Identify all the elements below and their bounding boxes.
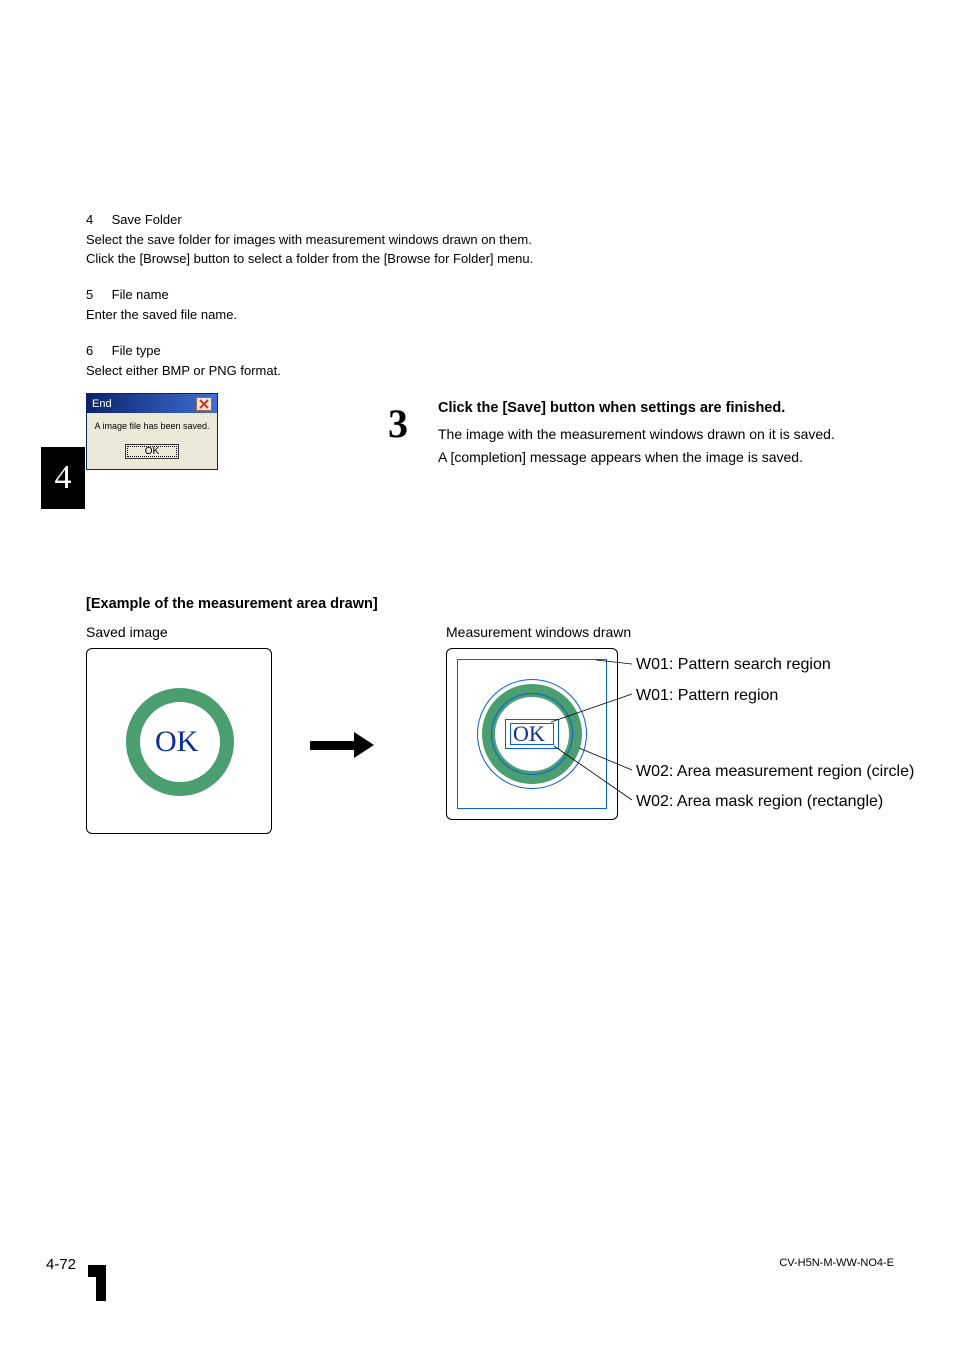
chapter-tab: 4 bbox=[41, 447, 85, 509]
section-line: Click the [Browse] button to select a fo… bbox=[86, 250, 876, 269]
ok-button[interactable]: OK bbox=[125, 444, 179, 459]
example-title: [Example of the measurement area drawn] bbox=[86, 596, 876, 612]
chapter-number: 4 bbox=[55, 459, 72, 497]
dialog-message: A image file has been saved. bbox=[91, 421, 213, 431]
page-number: 4-72 bbox=[46, 1256, 76, 1273]
saved-image-label: Saved image bbox=[86, 624, 446, 640]
close-icon[interactable] bbox=[196, 397, 212, 411]
measurement-figure: OK W01: Pattern search region W01: Patte… bbox=[446, 648, 876, 820]
annotation-area-mask: W02: Area mask region (rectangle) bbox=[636, 793, 883, 811]
ok-text: OK bbox=[155, 725, 198, 759]
section-save-folder: 4 Save Folder Select the save folder for… bbox=[86, 212, 876, 269]
dialog-titlebar[interactable]: End bbox=[87, 394, 217, 413]
completion-dialog: End A image file has been saved. OK bbox=[86, 393, 218, 470]
saved-image-figure: OK bbox=[86, 648, 272, 834]
section-number: 6 bbox=[86, 343, 108, 358]
section-title: Save Folder bbox=[112, 212, 182, 227]
footer-mark-icon bbox=[96, 1265, 106, 1301]
section-title: File type bbox=[112, 343, 161, 358]
section-number: 5 bbox=[86, 287, 108, 302]
step-line: A [completion] message appears when the … bbox=[438, 447, 874, 468]
ok-text: OK bbox=[513, 721, 545, 747]
body-content: 4 Save Folder Select the save folder for… bbox=[86, 212, 876, 394]
section-file-type: 6 File type Select either BMP or PNG for… bbox=[86, 343, 876, 381]
step-text: Click the [Save] button when settings ar… bbox=[438, 400, 874, 468]
annotation-area-measurement: W02: Area measurement region (circle) bbox=[636, 763, 914, 781]
arrow-icon bbox=[310, 730, 390, 760]
example-section: [Example of the measurement area drawn] … bbox=[86, 596, 876, 834]
step-heading: Click the [Save] button when settings ar… bbox=[438, 400, 874, 416]
arrow-head bbox=[354, 732, 374, 758]
section-body: Select either BMP or PNG format. bbox=[86, 362, 876, 381]
section-heading: 4 Save Folder bbox=[86, 212, 876, 227]
section-line: Select either BMP or PNG format. bbox=[86, 362, 876, 381]
example-row: Saved image OK Measurement windows drawn bbox=[86, 624, 876, 834]
doc-code: CV-H5N-M-WW-NO4-E bbox=[779, 1257, 894, 1269]
step-3: 3 Click the [Save] button when settings … bbox=[388, 400, 874, 470]
section-body: Enter the saved file name. bbox=[86, 306, 876, 325]
step-line: The image with the measurement windows d… bbox=[438, 424, 874, 445]
section-line: Enter the saved file name. bbox=[86, 306, 876, 325]
page: 4 Save Folder Select the save folder for… bbox=[0, 0, 954, 1351]
section-heading: 5 File name bbox=[86, 287, 876, 302]
annotation-pattern-search: W01: Pattern search region bbox=[636, 656, 831, 674]
section-body: Select the save folder for images with m… bbox=[86, 231, 876, 269]
section-title: File name bbox=[112, 287, 169, 302]
dialog-body: A image file has been saved. OK bbox=[87, 413, 217, 469]
annotation-pattern-region: W01: Pattern region bbox=[636, 687, 778, 705]
example-right-col: Measurement windows drawn bbox=[446, 624, 876, 820]
measurement-image-box: OK bbox=[446, 648, 618, 820]
step-number: 3 bbox=[388, 400, 408, 447]
dialog-title-text: End bbox=[92, 398, 112, 410]
section-number: 4 bbox=[86, 212, 108, 227]
example-left-col: Saved image OK bbox=[86, 624, 446, 834]
measurement-windows-label: Measurement windows drawn bbox=[446, 624, 876, 640]
section-file-name: 5 File name Enter the saved file name. bbox=[86, 287, 876, 325]
arrow-shaft bbox=[310, 741, 354, 750]
section-heading: 6 File type bbox=[86, 343, 876, 358]
section-line: Select the save folder for images with m… bbox=[86, 231, 876, 250]
